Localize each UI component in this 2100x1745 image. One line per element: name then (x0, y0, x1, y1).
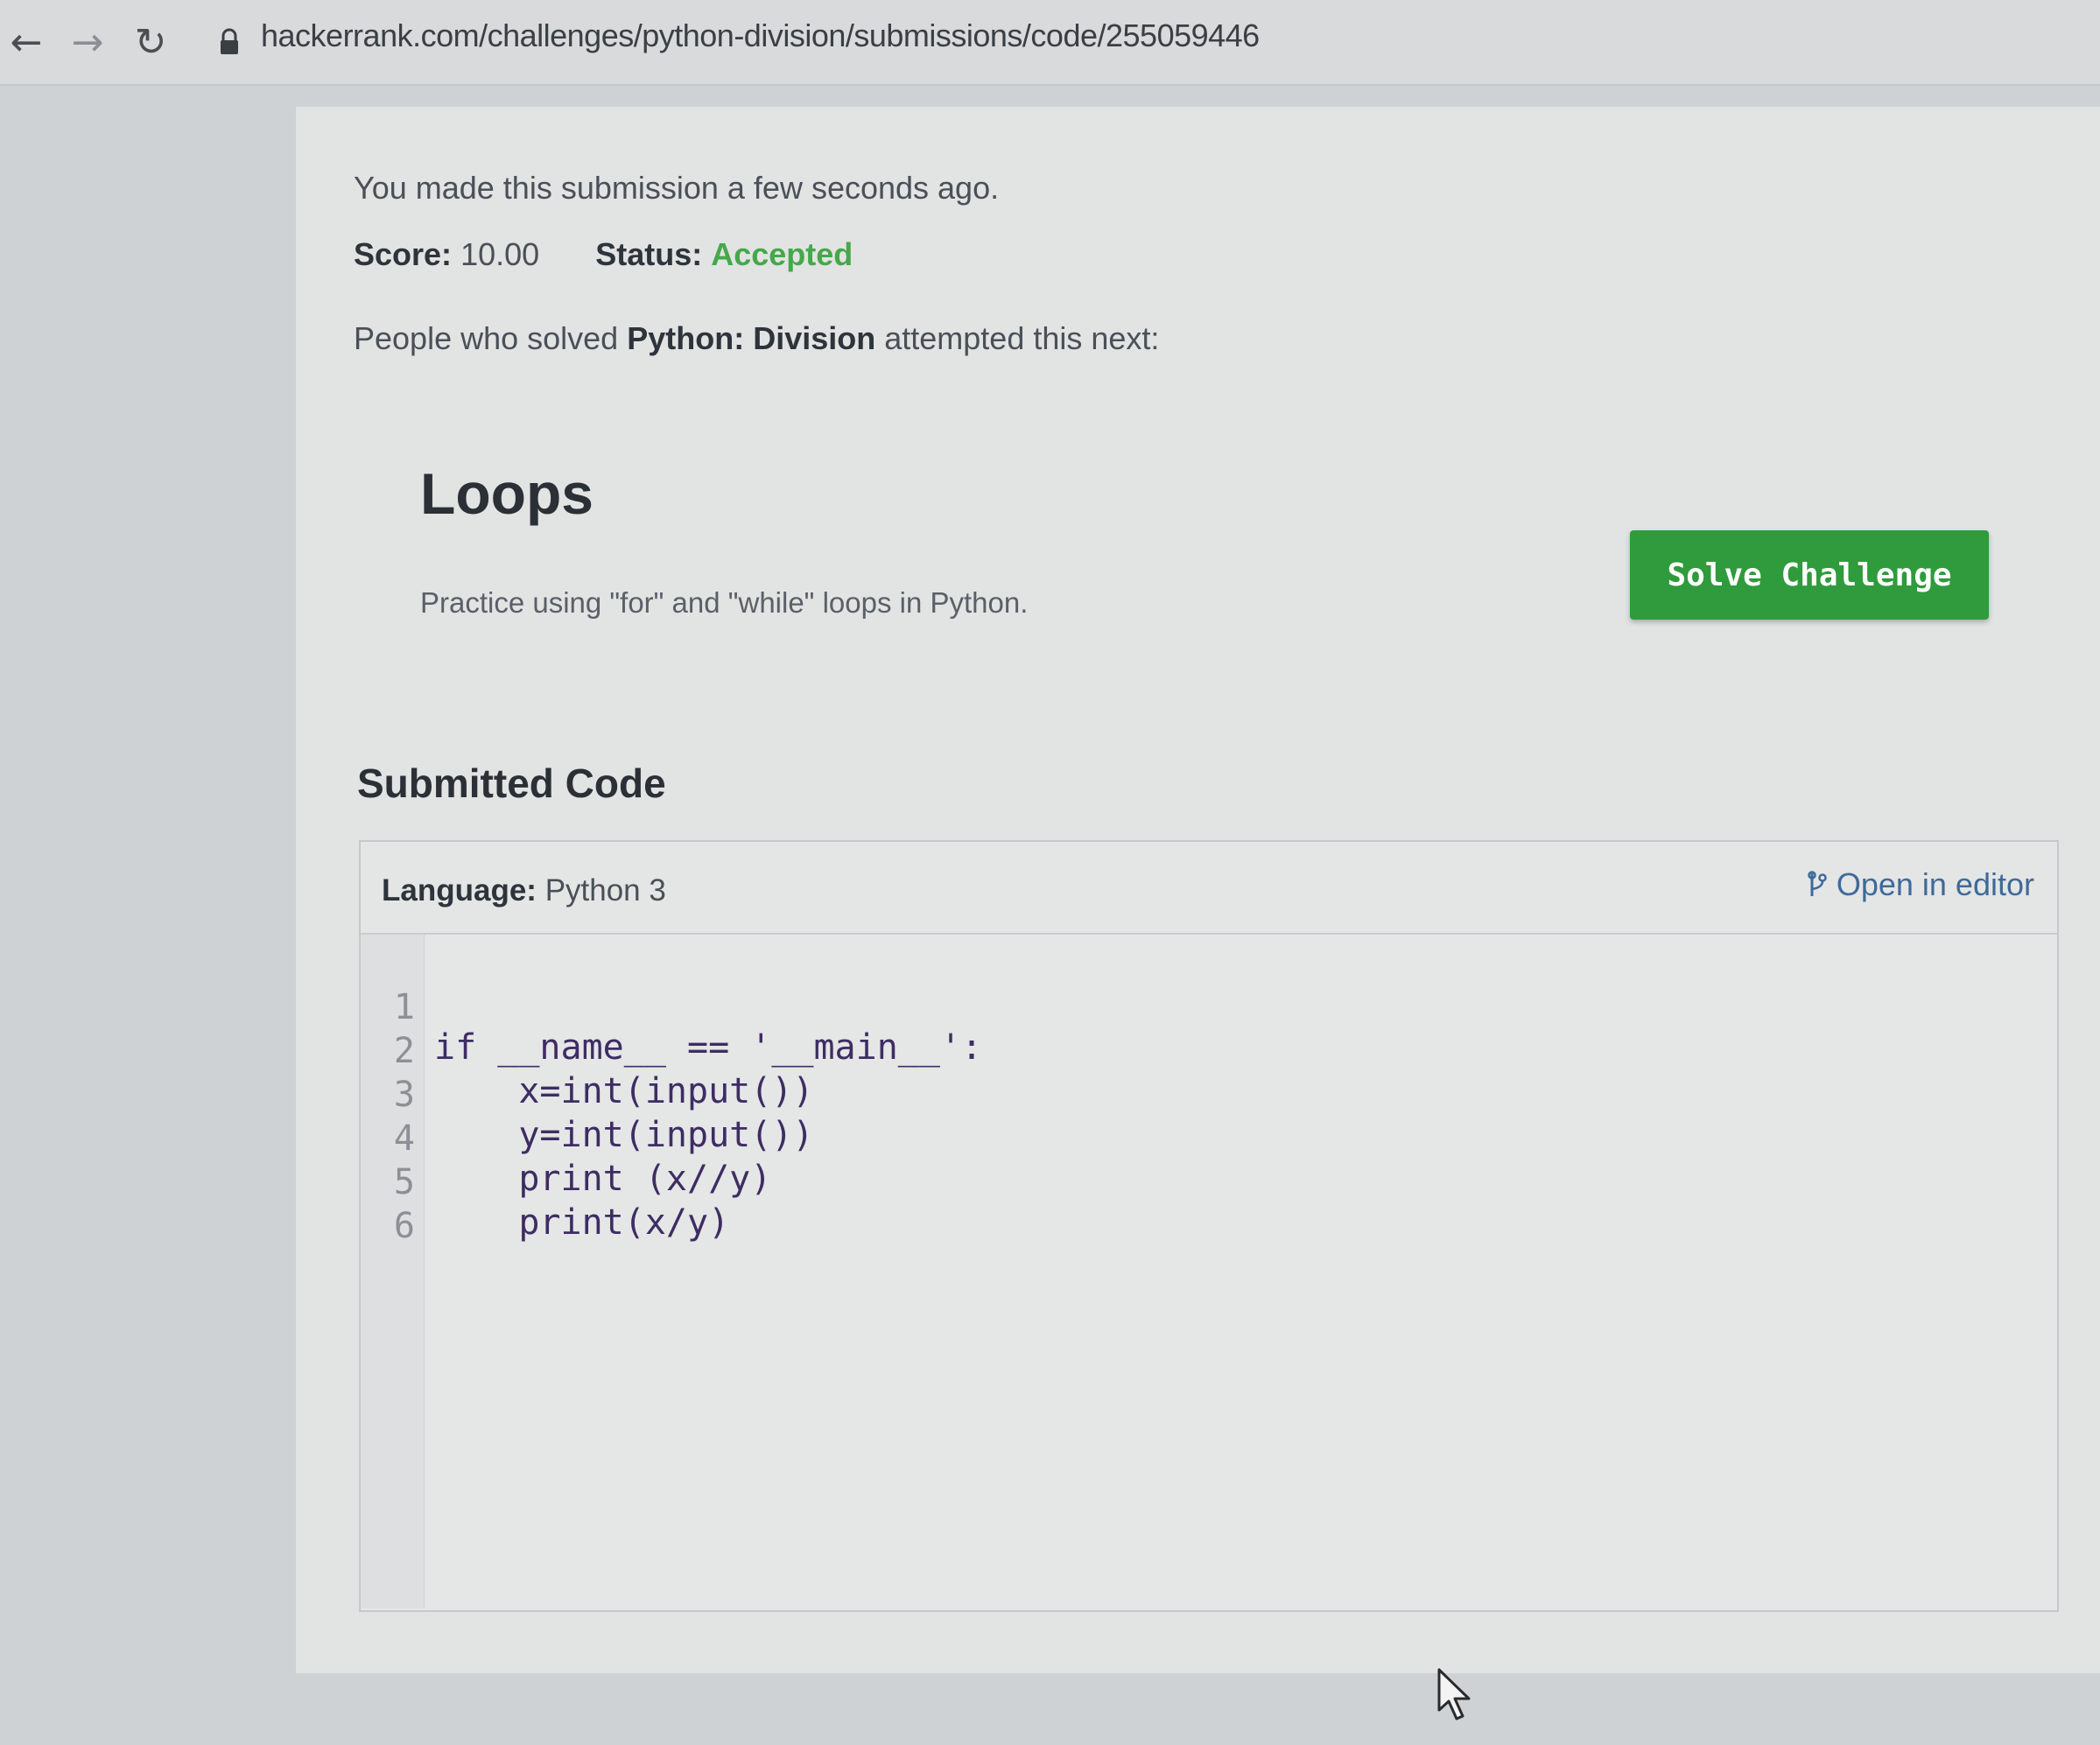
mouse-cursor-icon (1437, 1668, 1471, 1720)
lock-icon (221, 28, 238, 54)
recommended-challenge-description: Practice using "for" and "while" loops i… (420, 586, 1029, 619)
score-label: Score: (354, 236, 453, 272)
code-text[interactable]: if __name__ == '__main__': (434, 1027, 982, 1068)
solve-challenge-button[interactable]: Solve Challenge (1630, 530, 1989, 620)
address-bar[interactable]: hackerrank.com/challenges/python-divisio… (261, 18, 1260, 54)
code-line: 5 print(x/y) (361, 1122, 729, 1243)
status-badge: Accepted (711, 236, 853, 272)
browser-toolbar: ← → ↻ hackerrank.com/challenges/python-d… (0, 0, 2100, 86)
submission-time-text: You made this submission a few seconds a… (354, 170, 1000, 206)
next-suffix: attempted this next: (875, 320, 1160, 356)
score-value: 10.00 (460, 236, 540, 272)
back-arrow-icon[interactable]: ← (4, 19, 49, 65)
language-value: Python 3 (544, 873, 666, 908)
code-line: 3 y=int(input()) (361, 1034, 814, 1155)
next-challenge-text: People who solved Python: Division attem… (354, 320, 1159, 357)
solved-challenge-name: Python: Division (627, 320, 876, 356)
forward-arrow-icon[interactable]: → (65, 19, 110, 65)
submitted-code-title: Submitted Code (357, 760, 666, 806)
recommended-challenge-title[interactable]: Loops (420, 460, 593, 527)
open-in-editor-label[interactable]: Open in editor (1837, 866, 2034, 903)
code-header: Language: Python 3 Open in editor (361, 842, 2057, 935)
line-number: 6 (393, 1206, 415, 1246)
code-line: 6 (361, 1166, 488, 1246)
code-text[interactable]: x=int(input()) (434, 1071, 813, 1111)
status-label: Status: (595, 236, 703, 272)
code-line: 4 print (x//y) (361, 1078, 771, 1199)
code-line: 1 if __name__ == '__main__': (361, 947, 982, 1068)
reload-icon[interactable]: ↻ (128, 19, 173, 65)
code-text[interactable]: y=int(input()) (434, 1115, 813, 1155)
code-viewer: Language: Python 3 Open in editor 1 if _… (359, 840, 2059, 1612)
language-label: Language: (382, 873, 537, 908)
next-prefix: People who solved (354, 320, 628, 356)
score-status-row: Score: 10.00 Status: Accepted (354, 236, 853, 273)
open-in-editor-link[interactable]: Open in editor (1805, 866, 2034, 903)
branch-icon (1808, 871, 1827, 896)
language-info: Language: Python 3 (382, 873, 666, 908)
code-line: 2 x=int(input()) (361, 991, 814, 1111)
submission-card: You made this submission a few seconds a… (296, 107, 2100, 1673)
